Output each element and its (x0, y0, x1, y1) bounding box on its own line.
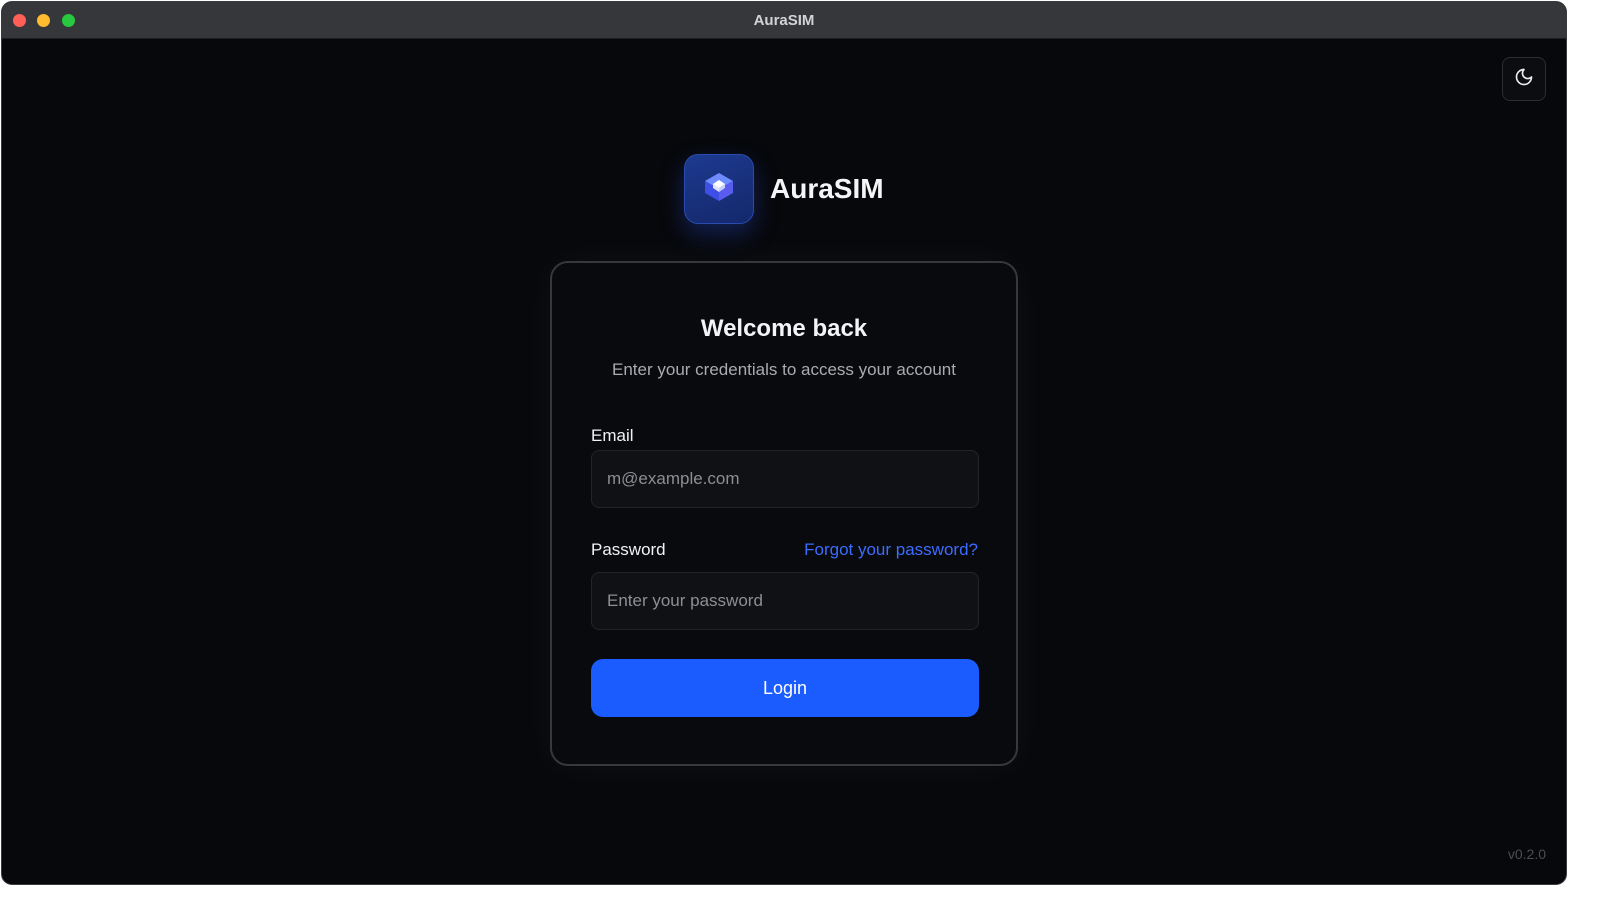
login-card: Welcome back Enter your credentials to a… (550, 261, 1018, 766)
cube-icon (699, 167, 739, 212)
app-logo (684, 154, 754, 224)
email-field[interactable] (591, 450, 979, 508)
password-field[interactable] (591, 572, 979, 630)
login-button[interactable]: Login (591, 659, 979, 717)
window-title: AuraSIM (753, 12, 815, 29)
title-bar: AuraSIM (2, 2, 1566, 39)
login-title: Welcome back (700, 315, 868, 342)
login-subtitle: Enter your credentials to access your ac… (612, 360, 956, 379)
moon-icon (1514, 67, 1534, 92)
app-window: AuraSIM AuraSIM Welcome back Enter your … (2, 2, 1566, 884)
brand-header: AuraSIM (684, 154, 884, 224)
theme-toggle-button[interactable] (1502, 57, 1546, 101)
email-label: Email (591, 426, 634, 445)
version-label: v0.2.0 (1507, 846, 1546, 862)
brand-name: AuraSIM (770, 173, 884, 204)
forgot-password-link[interactable]: Forgot your password? (804, 540, 978, 560)
password-label: Password (591, 540, 666, 559)
